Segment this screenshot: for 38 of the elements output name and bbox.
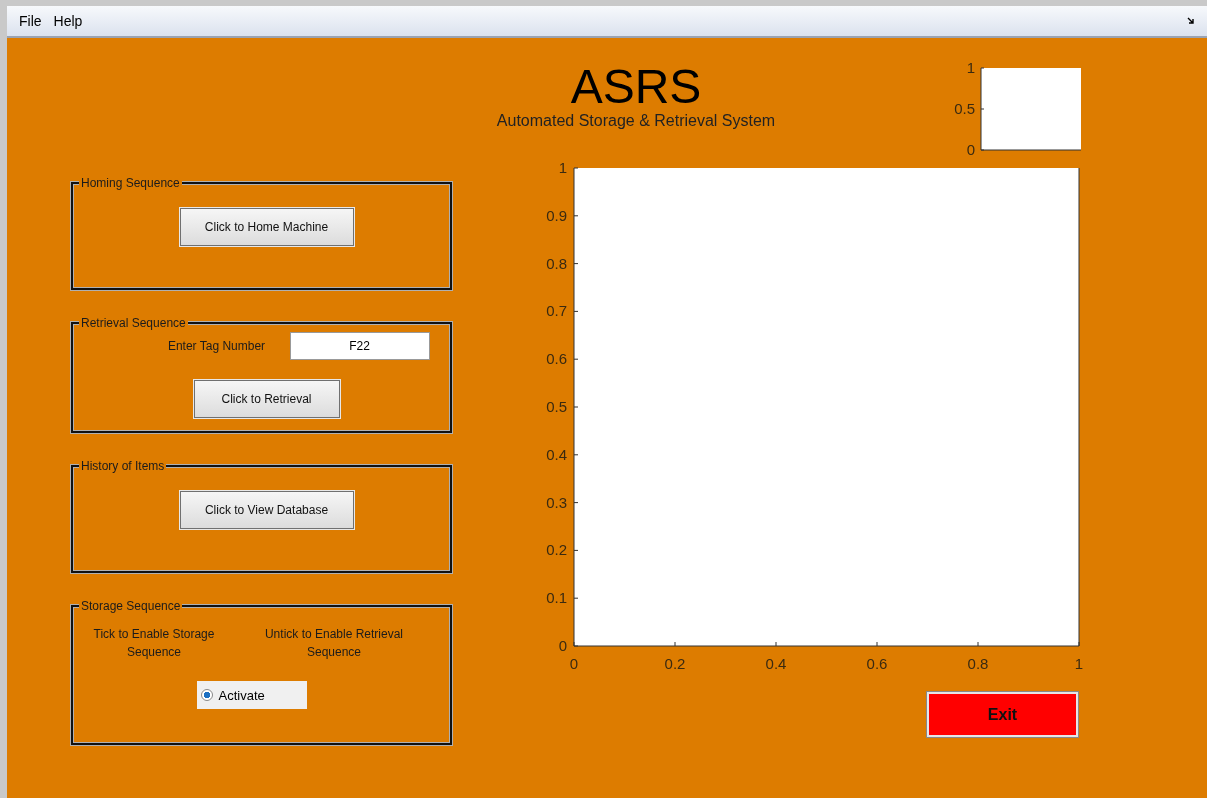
panel-title: Storage Sequence [79,599,183,613]
tick-label: 0.5 [954,100,975,117]
menu-item[interactable]: File [17,11,50,31]
panel-title: History of Items [79,459,167,473]
app-title: ASRS [569,62,703,112]
tick-label: 0 [966,141,975,156]
tick-label: 1 [966,59,975,76]
exit-button[interactable]: Exit [927,692,1078,737]
tick-label: 0.2 [546,541,567,559]
tick-label: 0.4 [765,655,787,672]
tick-label: 0.8 [546,254,567,272]
tick-label: 0.5 [546,398,567,415]
panel-title: Retrieval Sequence [79,316,188,330]
dock-arrow-icon[interactable] [1187,17,1195,25]
action-button[interactable]: Click to Home Machine [179,208,354,246]
tick-label: 0.2 [664,655,686,672]
tick-label: 1 [1074,655,1084,672]
action-button[interactable]: Click to Retrieval [193,380,340,418]
field-label: Enter Tag Number [166,339,267,353]
tick-label: 0.6 [866,655,888,672]
tick-label: 0 [569,655,579,672]
menu-item[interactable]: Help [51,11,91,31]
tag-number-field[interactable]: F22 [289,332,430,360]
tick-label: 0.9 [546,206,567,224]
tick-label: 0 [558,637,567,654]
tick-label: 0.7 [546,302,567,320]
tick-label: 1 [558,159,567,176]
app-subtitle: Automated Storage & Retrieval System [495,112,777,130]
panel-title: Homing Sequence [79,176,182,190]
activate-radio[interactable]: Activate [196,681,307,709]
hint-text: Untick to Enable Retrieval Sequence [263,626,405,661]
tick-label: 0.6 [546,350,567,368]
tick-label: 0.4 [546,445,567,463]
hint-text: Tick to Enable Storage Sequence [92,626,216,661]
action-button[interactable]: Click to View Database [179,491,354,529]
tick-label: 0.1 [546,589,567,607]
tick-label: 0.3 [546,493,567,511]
tick-label: 0.8 [967,655,989,672]
